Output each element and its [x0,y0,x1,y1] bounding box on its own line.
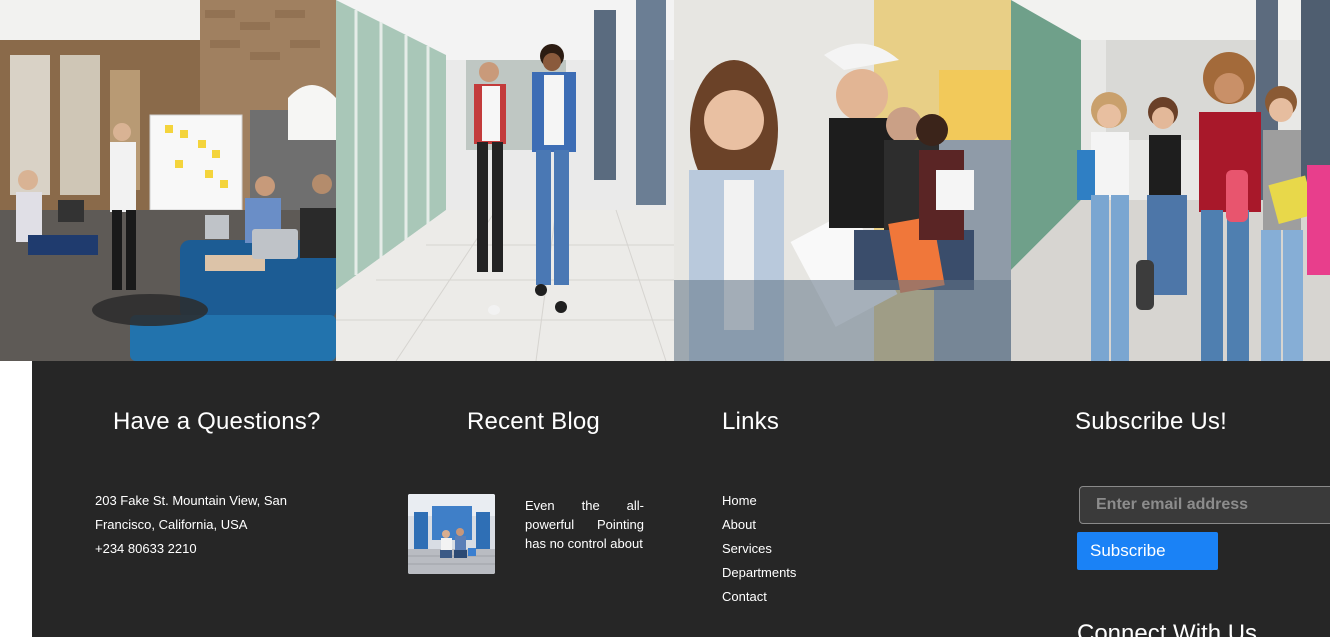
email-input[interactable] [1079,486,1330,524]
questions-heading: Have a Questions? [113,408,321,435]
subscribe-button[interactable]: Subscribe [1077,532,1218,570]
footer-link-home[interactable]: Home [722,489,796,513]
footer-link-contact[interactable]: Contact [722,585,796,609]
phone-number[interactable]: +234 80633 2210 [95,537,335,561]
photo-students-studying [674,0,1011,361]
site-footer: Have a Questions? 203 Fake St. Mountain … [32,361,1330,637]
photo-office-meeting [0,0,336,361]
footer-link-about[interactable]: About [722,513,796,537]
contact-info: 203 Fake St. Mountain View, San Francisc… [95,489,335,561]
subscribe-heading: Subscribe Us! [1075,408,1227,435]
recent-blog-heading: Recent Blog [467,408,600,435]
photo-students-walking-corridor [336,0,674,361]
photo-students-group-walking [1011,0,1330,361]
footer-links-list: Home About Services Departments Contact [722,489,796,609]
address-line-1: 203 Fake St. Mountain View, San [95,493,287,508]
blog-excerpt[interactable]: Even the all-powerful Pointing has no co… [525,496,644,553]
footer-link-departments[interactable]: Departments [722,561,796,585]
connect-heading: Connect With Us [1077,620,1258,637]
photo-strip [0,0,1330,361]
footer-link-services[interactable]: Services [722,537,796,561]
links-heading: Links [722,408,780,435]
address-line-2: Francisco, California, USA [95,517,248,532]
blog-thumbnail[interactable] [408,494,495,574]
